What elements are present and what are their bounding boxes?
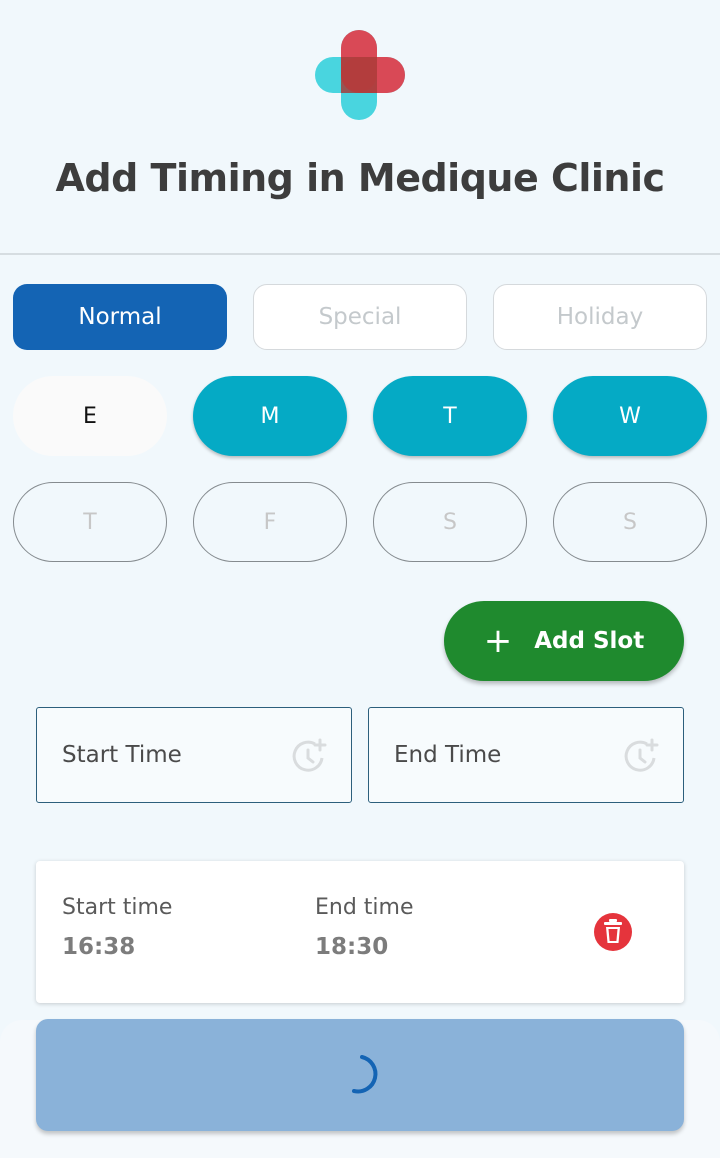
trash-icon[interactable] — [592, 911, 634, 953]
day-toggle[interactable]: E — [13, 376, 167, 456]
start-time-placeholder: Start Time — [62, 742, 182, 768]
day-toggle[interactable]: S — [373, 482, 527, 562]
end-time-placeholder: End Time — [394, 742, 502, 768]
add-slot-button[interactable]: + Add Slot — [444, 601, 684, 681]
tab-special[interactable]: Special — [253, 284, 467, 350]
page-title: Add Timing in Medique Clinic — [55, 156, 665, 200]
day-toggle[interactable]: T — [373, 376, 527, 456]
day-toggle[interactable]: M — [193, 376, 347, 456]
medical-cross-icon — [315, 30, 405, 120]
clock-add-icon[interactable] — [623, 738, 659, 774]
submit-button[interactable] — [36, 1019, 684, 1131]
day-toggle[interactable]: W — [553, 376, 707, 456]
slot-end: End time 18:30 — [315, 895, 414, 960]
tab-normal[interactable]: Normal — [13, 284, 227, 350]
day-toggle[interactable]: F — [193, 482, 347, 562]
slot-end-value: 18:30 — [315, 934, 389, 960]
plus-icon: + — [483, 621, 513, 661]
slot-start: Start time 16:38 — [62, 895, 172, 960]
tab-holiday[interactable]: Holiday — [493, 284, 707, 350]
slot-start-value: 16:38 — [62, 934, 136, 960]
add-slot-label: Add Slot — [534, 628, 645, 654]
header-divider — [0, 253, 720, 255]
end-time-field[interactable]: End Time — [368, 707, 684, 803]
start-time-field[interactable]: Start Time — [36, 707, 352, 803]
slot-card: Start time 16:38 End time 18:30 — [36, 861, 684, 1003]
day-toggle[interactable]: S — [553, 482, 707, 562]
clock-add-icon[interactable] — [291, 738, 327, 774]
day-toggle[interactable]: T — [13, 482, 167, 562]
slot-start-label: Start time — [62, 895, 173, 920]
slot-end-label: End time — [315, 895, 414, 920]
spinner-icon — [352, 1055, 378, 1094]
